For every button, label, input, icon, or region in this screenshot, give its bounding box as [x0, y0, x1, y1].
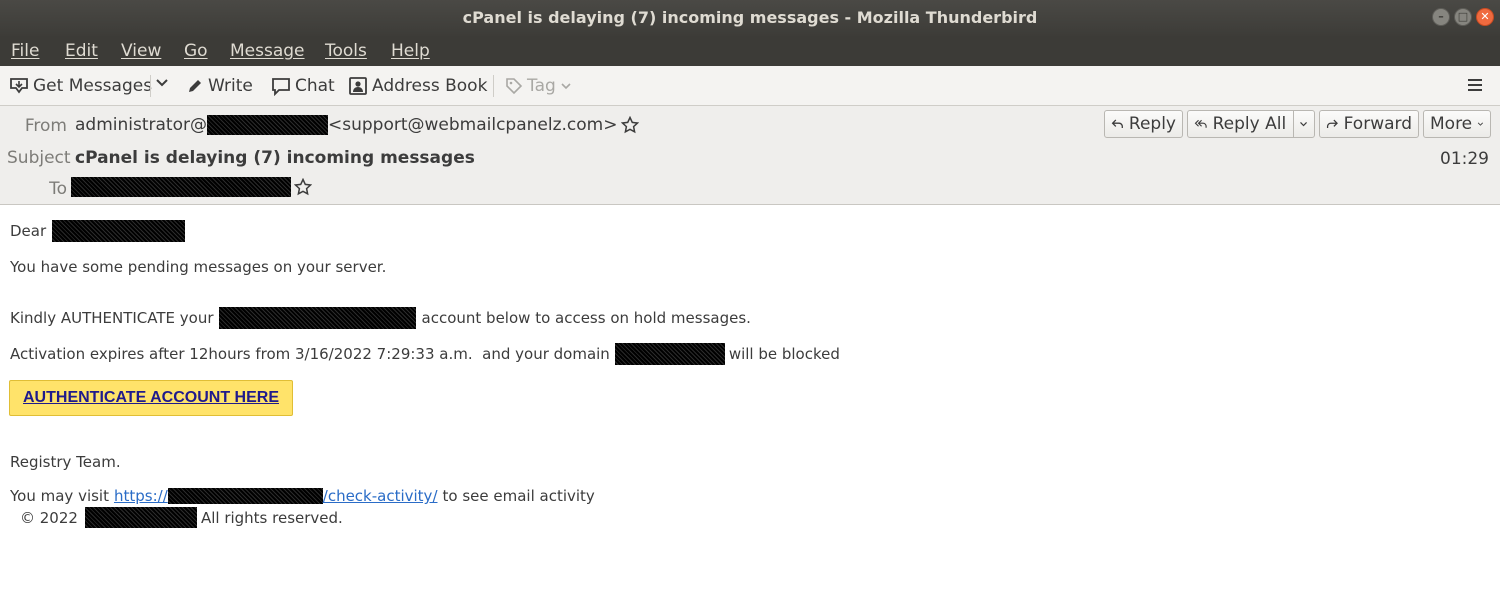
message-time: 01:29	[1440, 149, 1489, 169]
menu-help[interactable]: Help	[391, 41, 430, 61]
address-book-button[interactable]: Address Book	[348, 76, 487, 96]
chat-label: Chat	[295, 76, 335, 96]
reply-all-label: Reply All	[1212, 114, 1287, 134]
copyright-text-b: All rights reserved.	[200, 508, 343, 527]
reply-all-button[interactable]: Reply All	[1187, 110, 1315, 138]
tag-label: Tag	[527, 76, 556, 96]
chevron-down-icon	[561, 83, 571, 90]
star-icon[interactable]	[294, 178, 312, 196]
redacted-block	[52, 220, 186, 242]
more-label: More	[1430, 114, 1473, 134]
reply-button[interactable]: Reply	[1104, 110, 1183, 138]
reply-icon	[1111, 119, 1123, 129]
chat-button[interactable]: Chat	[271, 76, 335, 96]
greeting-text: Dear	[10, 222, 47, 240]
authenticate-text-a: Kindly AUTHENTICATE your	[10, 309, 214, 327]
dropdown-arrow-icon	[156, 79, 168, 87]
chevron-down-icon[interactable]	[1299, 118, 1308, 130]
app-menu-button[interactable]	[1466, 76, 1484, 94]
window-controls: – □ ✕	[1432, 8, 1494, 26]
tag-icon	[506, 78, 523, 95]
authenticate-account-button[interactable]: AUTHENTICATE ACCOUNT HERE	[9, 380, 293, 416]
from-label: From	[24, 116, 67, 136]
menu-tools[interactable]: Tools	[325, 41, 367, 61]
message-body: Dear You have some pending messages on y…	[0, 205, 1500, 594]
minimize-icon[interactable]: –	[1432, 8, 1450, 26]
toolbar-separator	[493, 75, 494, 97]
greeting-line: Dear	[10, 220, 186, 242]
reply-label: Reply	[1128, 114, 1176, 134]
to-field[interactable]	[71, 177, 312, 197]
link-text-b: /check-activity/	[322, 487, 438, 505]
hamburger-menu-icon	[1468, 79, 1482, 91]
menu-view[interactable]: View	[121, 41, 161, 61]
to-label: To	[49, 179, 67, 199]
redacted-block	[71, 177, 291, 197]
expiry-text-a: Activation expires after 12hours from 3/…	[10, 345, 610, 363]
menu-go[interactable]: Go	[184, 41, 208, 61]
redacted-block	[167, 488, 323, 504]
star-icon[interactable]	[621, 116, 640, 134]
link-text-a: https://	[113, 487, 168, 505]
forward-button[interactable]: Forward	[1319, 110, 1419, 138]
get-messages-button[interactable]: Get Messages	[9, 76, 152, 96]
address-book-icon	[349, 77, 367, 95]
forward-icon	[1326, 119, 1338, 128]
redacted-block	[614, 343, 725, 365]
forward-label: Forward	[1343, 114, 1412, 134]
menu-bar: File Edit View Go Message Tools Help	[0, 36, 1500, 66]
expiry-text-b: will be blocked	[728, 345, 840, 363]
visit-text-b: to see email activity	[442, 487, 595, 505]
from-address: <support@webmailcpanelz.com>	[327, 115, 618, 135]
get-messages-icon	[10, 78, 28, 94]
menu-edit[interactable]: Edit	[65, 41, 98, 61]
copyright-line: © 2022 All rights reserved.	[20, 507, 343, 528]
get-messages-label: Get Messages	[33, 76, 153, 96]
redacted-block	[84, 507, 197, 528]
message-header: From administrator@ <support@webmailcpan…	[0, 106, 1500, 205]
pencil-icon	[189, 80, 201, 92]
chat-bubble-icon	[272, 78, 290, 96]
toolbar-separator	[150, 75, 151, 97]
redacted-block	[206, 115, 328, 135]
close-icon[interactable]: ✕	[1476, 8, 1494, 26]
chevron-down-icon	[1477, 122, 1484, 126]
authenticate-text-b: account below to access on hold messages…	[421, 309, 751, 327]
maximize-icon[interactable]: □	[1454, 8, 1472, 26]
visit-line: You may visit https:// /check-activity/ …	[10, 487, 595, 505]
menu-message[interactable]: Message	[230, 41, 305, 61]
get-messages-dropdown[interactable]	[155, 76, 169, 90]
authenticate-account-label: AUTHENTICATE ACCOUNT HERE	[23, 389, 279, 406]
menu-file[interactable]: File	[11, 41, 39, 61]
visit-text-a: You may visit	[10, 487, 109, 505]
signature-line: Registry Team.	[10, 453, 121, 471]
write-button[interactable]: Write	[186, 76, 253, 96]
redacted-block	[218, 307, 416, 329]
write-label: Write	[208, 76, 253, 96]
tag-button[interactable]: Tag	[505, 76, 572, 96]
main-toolbar: Get Messages Write Chat Address Book Tag	[0, 66, 1500, 106]
address-book-label: Address Book	[372, 76, 488, 96]
window-title: cPanel is delaying (7) incoming messages…	[462, 8, 1038, 27]
authenticate-line: Kindly AUTHENTICATE your account below t…	[10, 307, 751, 329]
subject-text: cPanel is delaying (7) incoming messages	[75, 148, 475, 168]
reply-all-icon	[1194, 119, 1207, 128]
check-activity-link[interactable]: https:// /check-activity/	[114, 487, 438, 505]
pending-messages-line: You have some pending messages on your s…	[10, 258, 387, 276]
copyright-text-a: © 2022	[20, 508, 78, 527]
from-prefix: administrator@	[75, 115, 207, 135]
from-field[interactable]: administrator@ <support@webmailcpanelz.c…	[75, 115, 640, 135]
expiry-line: Activation expires after 12hours from 3/…	[10, 343, 840, 365]
button-divider	[1293, 111, 1294, 137]
window-titlebar: cPanel is delaying (7) incoming messages…	[0, 0, 1500, 36]
more-button[interactable]: More	[1423, 110, 1491, 138]
subject-label: Subject	[7, 148, 71, 168]
